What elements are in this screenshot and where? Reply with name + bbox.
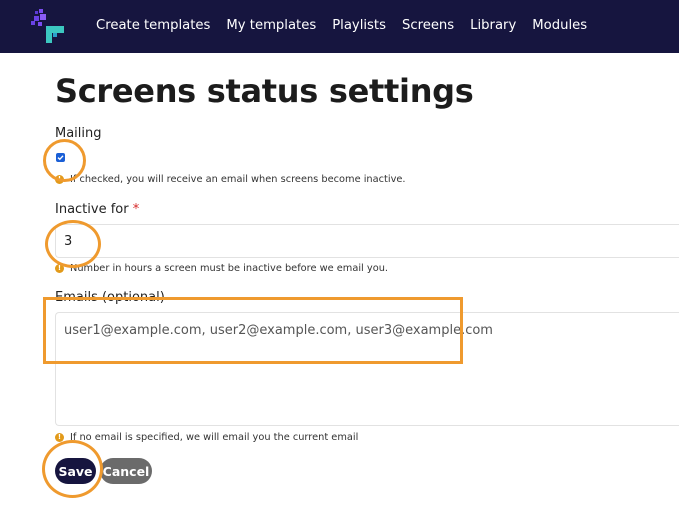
page-title: Screens status settings: [55, 72, 474, 110]
nav-library[interactable]: Library: [470, 18, 516, 33]
emails-help-text: If no email is specified, we will email …: [70, 432, 359, 443]
mailing-help: ! If checked, you will receive an email …: [55, 174, 406, 185]
main-nav: Create templates My templates Playlists …: [96, 18, 587, 33]
nav-create-templates[interactable]: Create templates: [96, 18, 210, 33]
emails-value: user1@example.com, user2@example.com, us…: [64, 323, 493, 338]
emails-help: ! If no email is specified, we will emai…: [55, 432, 358, 443]
app-logo-icon[interactable]: [28, 6, 68, 46]
required-mark: *: [132, 202, 140, 217]
mailing-help-text: If checked, you will receive an email wh…: [70, 174, 406, 185]
cancel-button[interactable]: Cancel: [100, 458, 152, 484]
inactive-hours-input[interactable]: 3: [55, 224, 679, 258]
mailing-checkbox[interactable]: [56, 153, 65, 162]
emails-textarea[interactable]: user1@example.com, user2@example.com, us…: [55, 312, 679, 426]
inactive-for-label: Inactive for *: [55, 202, 139, 217]
nav-playlists[interactable]: Playlists: [332, 18, 386, 33]
save-button[interactable]: Save: [55, 458, 96, 484]
info-icon: !: [55, 175, 64, 184]
emails-label: Emails (optional): [55, 290, 165, 305]
top-navigation-bar: Create templates My templates Playlists …: [0, 0, 679, 53]
check-icon: [57, 155, 64, 161]
nav-modules[interactable]: Modules: [532, 18, 587, 33]
mailing-label: Mailing: [55, 126, 102, 141]
inactive-for-help-text: Number in hours a screen must be inactiv…: [70, 263, 389, 274]
inactive-for-label-text: Inactive for: [55, 202, 129, 217]
nav-my-templates[interactable]: My templates: [226, 18, 316, 33]
info-icon: !: [55, 264, 64, 273]
nav-screens[interactable]: Screens: [402, 18, 454, 33]
inactive-for-help: ! Number in hours a screen must be inact…: [55, 263, 388, 274]
info-icon: !: [55, 433, 64, 442]
